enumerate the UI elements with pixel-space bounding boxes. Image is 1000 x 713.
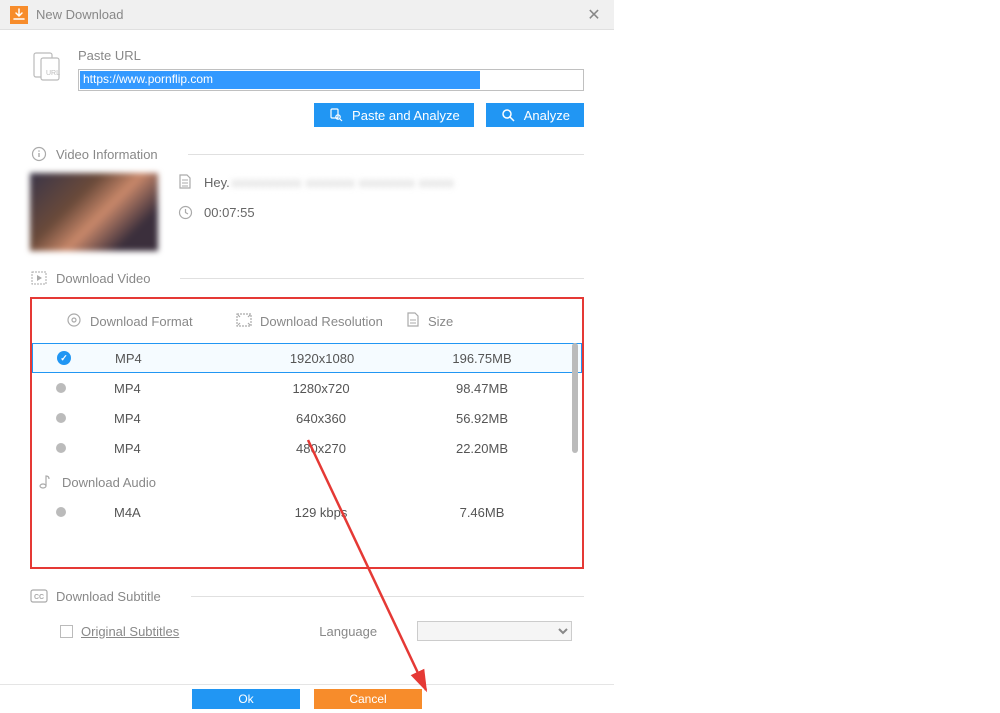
resolution-icon [236,313,252,330]
download-video-label: Download Video [56,271,150,286]
paste-url-label: Paste URL [78,48,584,63]
cancel-button[interactable]: Cancel [314,689,422,709]
document-icon [176,173,194,191]
row-size: 22.20MB [406,441,558,456]
radio-icon [56,383,66,393]
new-download-window: New Download ✕ URL Paste URL https://www… [0,0,614,641]
row-resolution: 1920x1080 [237,351,407,366]
row-resolution: 1280x720 [236,381,406,396]
column-format: Download Format [90,314,193,329]
ok-button[interactable]: Ok [192,689,300,709]
format-row[interactable]: MP4640x36056.92MB [32,403,582,433]
row-resolution: 480x270 [236,441,406,456]
url-icon: URL [30,48,66,84]
video-information-label: Video Information [56,147,158,162]
info-icon [30,145,48,163]
row-format: MP4 [86,381,236,396]
audio-icon [36,473,54,491]
format-row[interactable]: MP41280x72098.47MB [32,373,582,403]
format-row[interactable]: M4A129 kbps7.46MB [32,497,582,527]
url-input[interactable]: https://www.pornflip.com [78,69,584,91]
format-row[interactable]: MP41920x1080196.75MB [32,343,582,373]
row-size: 7.46MB [406,505,558,520]
scrollbar[interactable] [572,343,578,453]
row-size: 56.92MB [406,411,558,426]
radio-icon [56,413,66,423]
analyze-button[interactable]: Analyze [486,103,584,127]
format-row[interactable]: MP4480x27022.20MB [32,433,582,463]
download-subtitle-label: Download Subtitle [56,589,161,604]
window-title: New Download [36,7,123,22]
dialog-footer: Ok Cancel [0,684,614,713]
row-size: 98.47MB [406,381,558,396]
svg-text:CC: CC [34,594,44,601]
close-button[interactable]: ✕ [584,5,604,25]
row-format: M4A [86,505,236,520]
original-subtitles-checkbox[interactable] [60,625,73,638]
cc-icon: CC [30,587,48,605]
row-size: 196.75MB [407,351,557,366]
language-select[interactable] [417,621,572,641]
row-format: MP4 [86,411,236,426]
column-size: Size [428,314,453,329]
column-resolution: Download Resolution [260,314,383,329]
svg-text:URL: URL [46,70,60,77]
row-resolution: 129 kbps [236,505,406,520]
format-icon [66,312,82,331]
original-subtitles-label[interactable]: Original Subtitles [81,624,179,639]
video-thumbnail [30,173,158,251]
row-format: MP4 [86,441,236,456]
clipboard-search-icon [328,107,344,123]
row-format: MP4 [87,351,237,366]
size-icon [406,312,420,331]
language-label: Language [319,624,377,639]
video-duration: 00:07:55 [204,205,255,220]
download-audio-label: Download Audio [62,475,156,490]
clock-icon [176,203,194,221]
paste-and-analyze-button[interactable]: Paste and Analyze [314,103,474,127]
video-title: Hey.xxxxxxxxxx xxxxxxx xxxxxxxx xxxxx [204,175,454,190]
radio-icon [56,507,66,517]
radio-icon [56,443,66,453]
radio-icon [57,351,71,365]
titlebar: New Download ✕ [0,0,614,30]
download-options-box: Download Format Download Resolution Size… [30,297,584,569]
app-icon [10,6,28,24]
row-resolution: 640x360 [236,411,406,426]
search-icon [500,107,516,123]
video-icon [30,269,48,287]
